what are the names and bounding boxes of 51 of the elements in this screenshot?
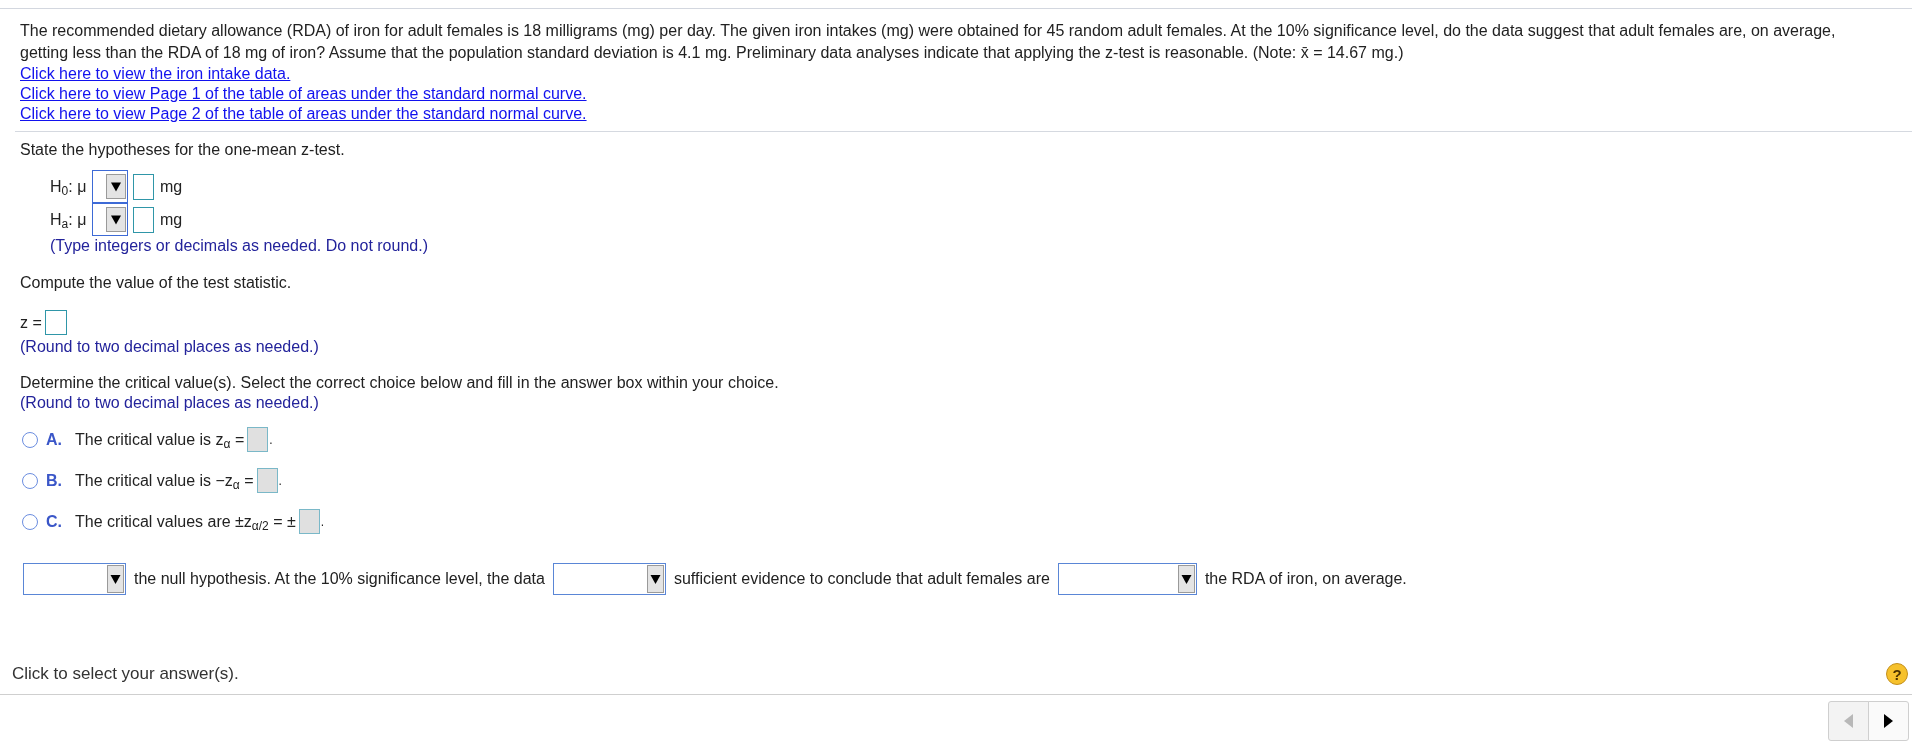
relation-dropdown[interactable] <box>92 203 128 236</box>
unit-label: mg <box>160 176 183 197</box>
choice-text: The critical value is −z$_{α}$ = <box>75 470 254 493</box>
answer-box[interactable] <box>44 310 67 335</box>
answer-box[interactable] <box>247 427 269 452</box>
caret-icon <box>107 565 124 593</box>
statistic-label: z = <box>20 312 42 333</box>
conclusion-text: the null hypothesis. At the 10% significance level, the data <box>134 569 545 589</box>
caret-icon <box>106 174 126 199</box>
choice-letter: B. <box>46 470 63 491</box>
hypothesis-label: H$_{a}$: μ <box>50 209 88 232</box>
answer-dropdown[interactable] <box>1057 563 1197 595</box>
answer-box[interactable] <box>133 173 154 200</box>
choice-letter: C. <box>46 511 63 532</box>
caret-icon <box>106 207 126 232</box>
caret-icon <box>646 565 664 593</box>
help-button[interactable]: ? <box>1886 663 1908 685</box>
choice-period: . <box>269 431 273 449</box>
choice-text: The critical values are ±z$_{α/2}$ = ± <box>75 511 296 534</box>
question-prompt: Determine the critical value(s). Select the correct choice below and fill in the answer box within your choice. <box>20 373 779 393</box>
link[interactable]: Click here to view Page 1 of the table of areas under the standard normal curve. <box>20 85 587 102</box>
choice-period: . <box>278 472 282 490</box>
status-text: Click to select your answer(s). <box>12 663 239 686</box>
choice-letter: A. <box>46 429 63 450</box>
answer-dropdown[interactable] <box>23 563 126 595</box>
answer-dropdown[interactable] <box>552 563 666 595</box>
next-button[interactable] <box>1868 701 1909 741</box>
relation-dropdown[interactable] <box>92 170 128 203</box>
radio-button[interactable] <box>22 431 38 448</box>
right-triangle-icon <box>1884 714 1893 728</box>
unit-label: mg <box>160 209 183 230</box>
question-prompt: State the hypotheses for the one-mean z-test. <box>20 140 345 160</box>
choice-period: . <box>320 513 325 531</box>
conclusion-text: sufficient evidence to conclude that adult females are <box>673 569 1050 589</box>
answer-box[interactable] <box>256 468 278 493</box>
hint-text: (Round to two decimal places as needed.) <box>20 337 319 357</box>
link[interactable]: Click here to view the iron intake data. <box>20 65 291 82</box>
answer-box[interactable] <box>298 509 320 534</box>
question-prompt: Compute the value of the test statistic. <box>20 273 292 293</box>
answer-box[interactable] <box>133 206 154 233</box>
radio-button[interactable] <box>22 513 38 530</box>
problem-text: The recommended dietary allowance (RDA) of iron for adult females is 18 milligrams (mg) per day. The given iron intakes (mg) were obtained for 45 random adult females. At the 10% significance level, do the data suggest that adult females are, on average, getting less than the RDA of 18 mg of iron? Assume that the population standard deviation is 4.1 mg. Preliminary data analyses indicate that applying the z-test is reasonable. (Note: x̄ = 14.67 mg.) <box>20 21 1837 63</box>
hint-text: (Round to two decimal places as needed.) <box>20 393 319 413</box>
choice-text: The critical value is z$_{α}$ = <box>75 429 245 452</box>
radio-button[interactable] <box>22 472 38 489</box>
hint-text: (Type integers or decimals as needed. Do not round.) <box>50 236 428 256</box>
caret-icon <box>1177 565 1195 593</box>
hypothesis-label: H$_{0}$: μ <box>50 176 88 199</box>
conclusion-text: the RDA of iron, on average. <box>1204 569 1407 589</box>
left-triangle-icon <box>1844 714 1853 728</box>
link[interactable]: Click here to view Page 2 of the table of areas under the standard normal curve. <box>20 105 587 122</box>
